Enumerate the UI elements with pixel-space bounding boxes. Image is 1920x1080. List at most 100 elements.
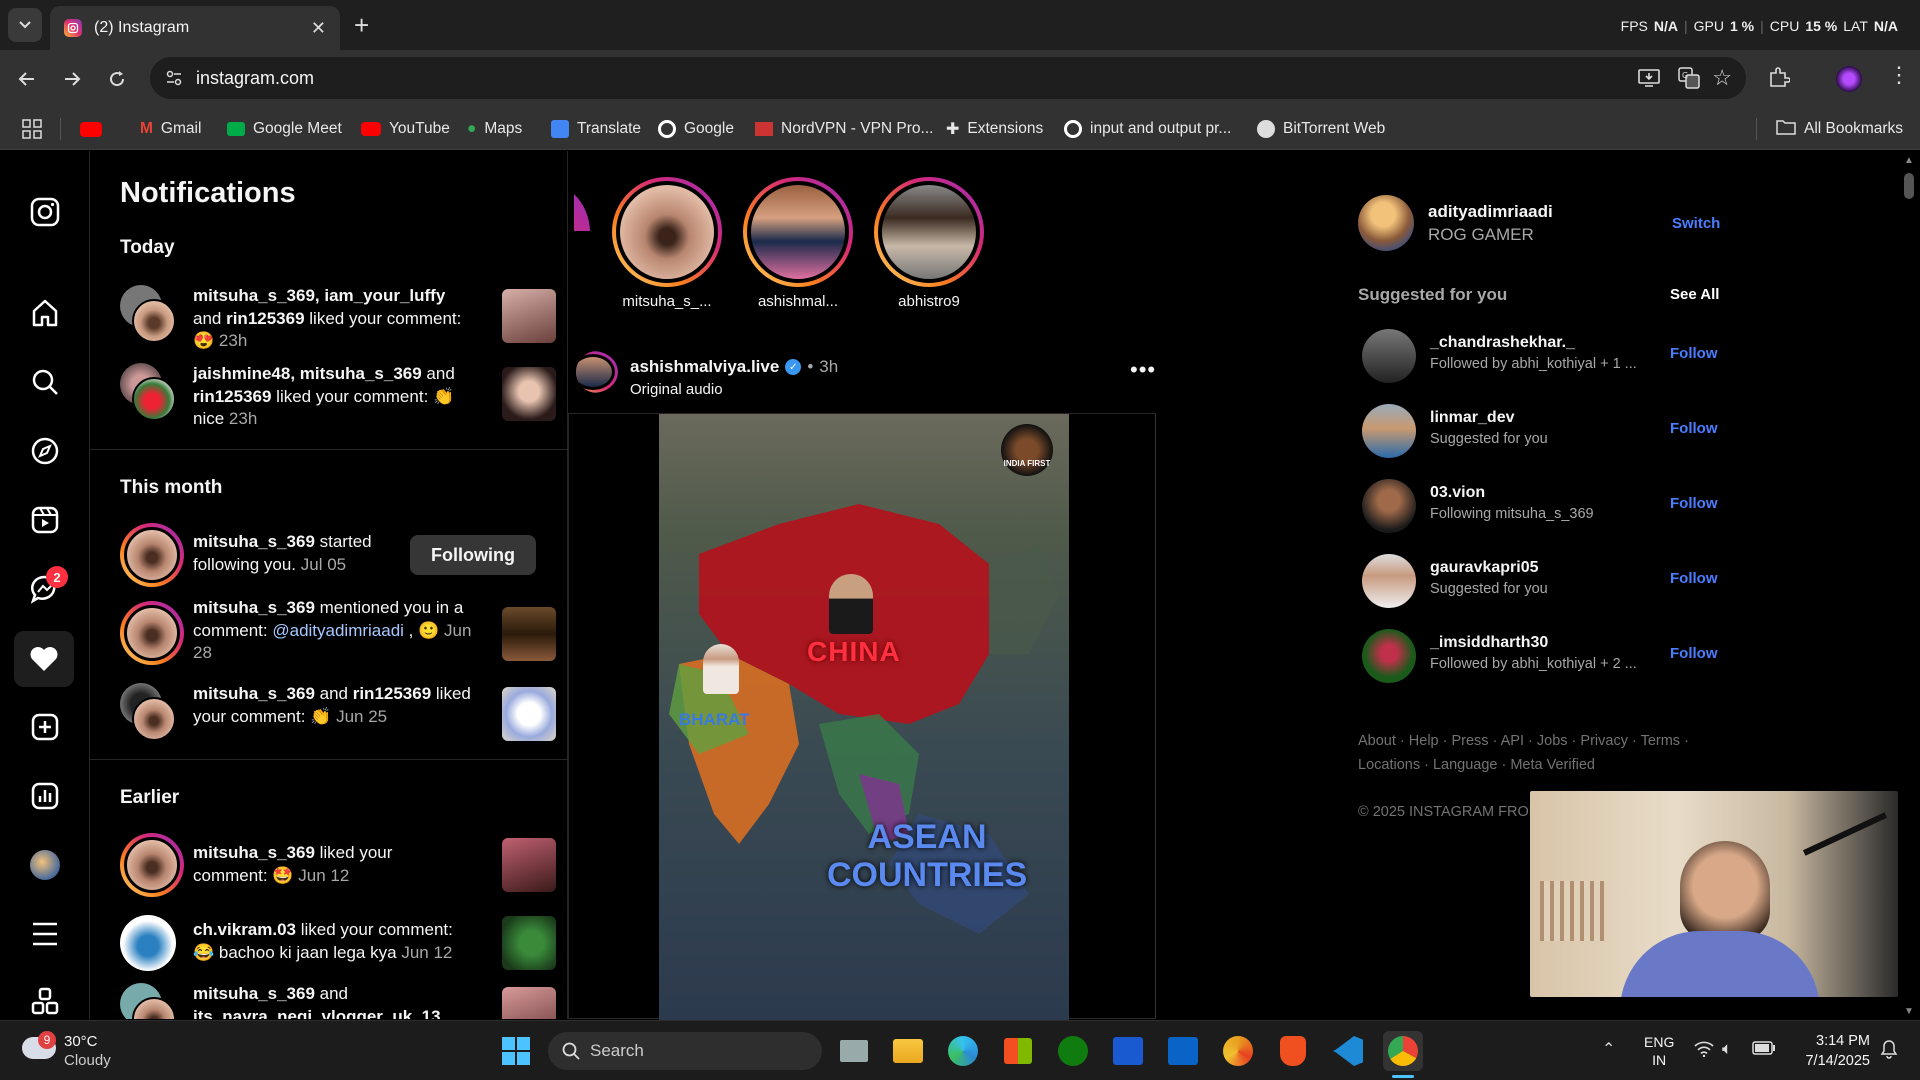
notification-center-icon[interactable] xyxy=(1880,1039,1898,1064)
switch-account-link[interactable]: Switch xyxy=(1672,215,1720,232)
scroll-up-arrow-icon[interactable]: ▲ xyxy=(1904,155,1914,166)
chrome-icon[interactable] xyxy=(1383,1031,1423,1071)
new-tab-button[interactable]: + xyxy=(354,10,369,41)
bookmark-google[interactable]: Google xyxy=(658,108,734,150)
story-ring-partial[interactable] xyxy=(574,179,594,231)
suggestion-username[interactable]: _imsiddharth30 xyxy=(1430,634,1548,652)
bookmark-input-output[interactable]: input and output pr... xyxy=(1064,108,1231,150)
dashboard-icon[interactable] xyxy=(24,775,66,817)
post-thumbnail[interactable] xyxy=(502,367,556,421)
edge-icon[interactable] xyxy=(943,1031,983,1071)
apps-icon[interactable] xyxy=(22,108,42,150)
post-thumbnail[interactable] xyxy=(502,838,556,892)
notification-item[interactable]: mitsuha_s_369 and rin125369 liked your c… xyxy=(120,683,556,747)
follow-button[interactable]: Follow xyxy=(1670,495,1718,512)
tab-instagram[interactable]: (2) Instagram ✕ xyxy=(50,6,340,50)
post-more-options-icon[interactable]: ••• xyxy=(1130,357,1156,383)
bookmark-google-meet[interactable]: Google Meet xyxy=(227,108,342,150)
post-thumbnail[interactable] xyxy=(502,687,556,741)
bookmark-youtube[interactable]: YouTube xyxy=(361,108,450,150)
browser-menu-icon[interactable]: ⋮ xyxy=(1888,62,1910,88)
task-view-icon[interactable] xyxy=(834,1031,874,1071)
bookmark-bittorrent[interactable]: BitTorrent Web xyxy=(1257,108,1385,150)
outlook-icon[interactable] xyxy=(1163,1031,1203,1071)
messages-icon[interactable]: 2 xyxy=(24,566,68,610)
profile-avatar[interactable] xyxy=(1836,66,1862,92)
post-thumbnail[interactable] xyxy=(502,916,556,970)
avatar[interactable] xyxy=(1362,404,1416,458)
notification-item[interactable]: jaishmine48, mitsuha_s_369 and rin125369… xyxy=(120,363,556,428)
all-bookmarks[interactable]: All Bookmarks xyxy=(1776,108,1903,150)
taskbar-search[interactable]: Search xyxy=(548,1032,822,1070)
current-user-username[interactable]: adityadimriaadi xyxy=(1428,202,1553,222)
follow-button[interactable]: Follow xyxy=(1670,645,1718,662)
extensions-icon[interactable] xyxy=(1768,66,1790,88)
avatar[interactable] xyxy=(1362,554,1416,608)
post-username[interactable]: ashishmalviya.live xyxy=(630,357,779,377)
weather-widget[interactable]: 9 30°C Cloudy xyxy=(22,1031,142,1071)
post-thumbnail[interactable] xyxy=(502,289,556,343)
bookmark-maps[interactable]: ● Maps xyxy=(467,108,522,150)
suggestion-username[interactable]: _chandrashekhar._ xyxy=(1430,334,1575,352)
post-thumbnail[interactable] xyxy=(502,607,556,661)
back-icon[interactable] xyxy=(14,66,40,92)
windows-start-icon[interactable] xyxy=(496,1031,536,1071)
notification-item[interactable]: mitsuha_s_369 liked your comment: 🤩 Jun … xyxy=(120,833,556,897)
wifi-icon[interactable] xyxy=(1694,1041,1714,1062)
site-info-icon[interactable] xyxy=(164,68,184,88)
also-from-meta-icon[interactable] xyxy=(24,981,66,1023)
suggestion-username[interactable]: 03.vion xyxy=(1430,484,1485,502)
clock[interactable]: 3:14 PM 7/14/2025 xyxy=(1790,1031,1870,1071)
home-icon[interactable] xyxy=(24,292,66,334)
notification-item[interactable]: mitsuha_s_369, iam_your_luffy and rin125… xyxy=(120,285,556,350)
page-scrollbar-thumb[interactable] xyxy=(1904,173,1914,199)
instagram-logo-icon[interactable] xyxy=(24,191,66,233)
reels-icon[interactable] xyxy=(24,499,66,541)
footer-links[interactable]: About · Help · Press · API · Jobs · Priv… xyxy=(1358,733,1689,749)
post-video[interactable]: INDIA FIRST CHINA BHARAT ASEAN COUNTRIES xyxy=(659,414,1069,1020)
notification-item[interactable]: mitsuha_s_369 and its_nayra_negi_vlogger… xyxy=(120,983,556,1019)
post-media-frame[interactable]: INDIA FIRST CHINA BHARAT ASEAN COUNTRIES xyxy=(568,413,1156,1020)
see-all-link[interactable]: See All xyxy=(1670,286,1719,303)
notification-item[interactable]: ch.vikram.03 liked your comment: 😂 bacho… xyxy=(120,911,556,975)
follow-button[interactable]: Follow xyxy=(1670,345,1718,362)
xbox-icon[interactable] xyxy=(1053,1031,1093,1071)
post-audio[interactable]: Original audio xyxy=(630,381,723,398)
search-icon[interactable] xyxy=(24,361,66,403)
bookmark-nordvpn[interactable]: NordVPN - VPN Pro... xyxy=(755,108,933,150)
post-thumbnail[interactable] xyxy=(502,987,556,1019)
suggestion-username[interactable]: gauravkapri05 xyxy=(1430,559,1539,577)
chrome-canary-icon[interactable] xyxy=(1218,1031,1258,1071)
avatar[interactable] xyxy=(1362,329,1416,383)
profile-avatar[interactable] xyxy=(24,844,66,886)
reload-icon[interactable] xyxy=(104,66,130,92)
explore-icon[interactable] xyxy=(24,430,66,472)
avatar[interactable] xyxy=(1362,629,1416,683)
show-hidden-icons-icon[interactable]: ⌃ xyxy=(1602,1039,1615,1059)
notifications-heart-icon[interactable] xyxy=(14,631,74,687)
avatar[interactable] xyxy=(1362,479,1416,533)
notification-item[interactable]: mitsuha_s_369 mentioned you in a comment… xyxy=(120,597,556,669)
language-indicator[interactable]: ENG IN xyxy=(1644,1033,1674,1069)
post-author-avatar[interactable] xyxy=(576,351,618,393)
forward-icon[interactable] xyxy=(59,66,85,92)
bookmark-translate[interactable]: Translate xyxy=(551,108,641,150)
vscode-icon[interactable] xyxy=(1328,1031,1368,1071)
more-menu-icon[interactable] xyxy=(24,913,66,955)
create-icon[interactable] xyxy=(24,706,66,748)
mathtype-icon[interactable] xyxy=(1108,1031,1148,1071)
close-tab-icon[interactable]: ✕ xyxy=(311,18,326,39)
install-app-icon[interactable] xyxy=(1638,68,1660,88)
battery-icon[interactable] xyxy=(1752,1041,1776,1060)
scroll-down-arrow-icon[interactable]: ▼ xyxy=(1904,1006,1914,1017)
store-icon[interactable] xyxy=(998,1031,1038,1071)
following-button[interactable]: Following xyxy=(410,535,536,575)
bookmark-star-icon[interactable]: ☆ xyxy=(1712,65,1732,91)
suggestion-username[interactable]: linmar_dev xyxy=(1430,409,1514,427)
file-explorer-icon[interactable] xyxy=(888,1031,928,1071)
current-user-avatar[interactable] xyxy=(1358,195,1414,251)
brave-icon[interactable] xyxy=(1273,1031,1313,1071)
follow-button[interactable]: Follow xyxy=(1670,570,1718,587)
youtube-bookmark-icon[interactable] xyxy=(80,108,102,150)
bookmark-extensions[interactable]: ✚ Extensions xyxy=(946,108,1043,150)
